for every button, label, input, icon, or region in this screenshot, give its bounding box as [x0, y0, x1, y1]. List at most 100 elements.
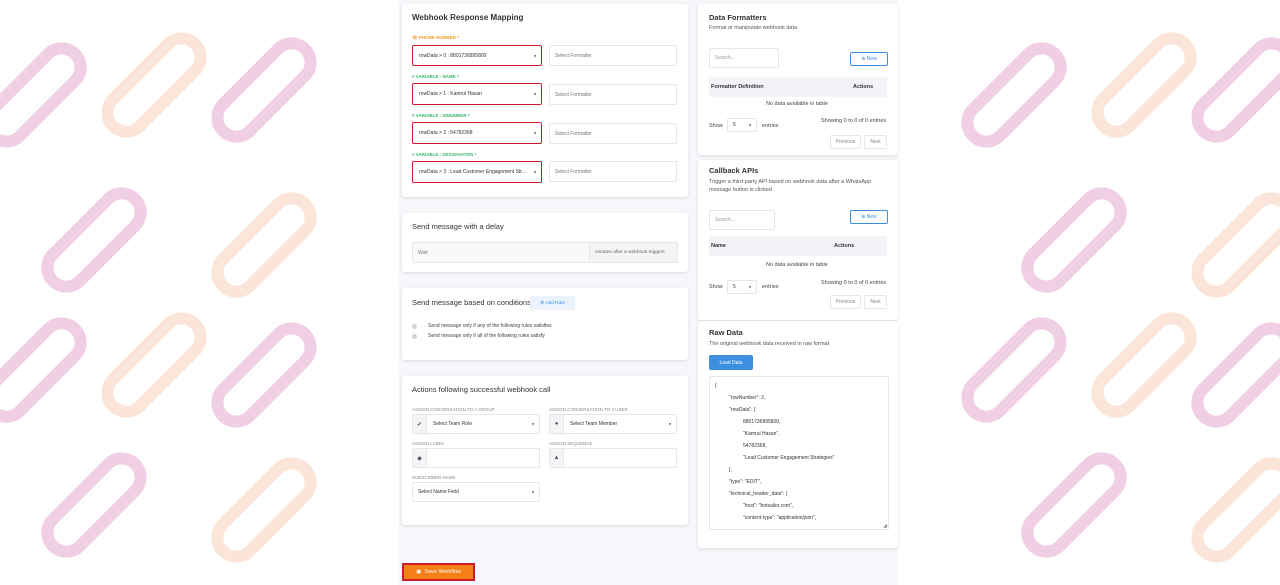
designation-label: # VARIABLE : DESIGNATION * — [412, 152, 477, 157]
formatters-subtitle: Format or manipulate webhook data — [709, 25, 798, 31]
rule-any-label: Send message only if any of the followin… — [428, 323, 552, 329]
formatters-search-input[interactable]: Search... — [709, 48, 779, 68]
formatters-table-header: Formatter Definition Actions — [709, 77, 887, 97]
save-icon: ▣ — [416, 569, 422, 575]
team-role-select[interactable]: ✔ Select Team Role ▼ — [412, 414, 540, 434]
callbacks-empty: No data available in table — [766, 262, 828, 268]
group-label: ASSIGN CONVERSATION TO A GROUP — [412, 407, 495, 412]
designation-formatter-select[interactable]: Select Formatter — [549, 161, 677, 182]
json-line: "Kamrul Hasan", — [743, 431, 780, 437]
callbacks-table-header: Name Actions — [709, 236, 887, 256]
phone-formatter-select[interactable]: Select Formatter — [549, 45, 677, 66]
formatters-previous-button[interactable]: Previous — [830, 135, 861, 149]
add-rule-button[interactable]: ⊕ Add Rule — [530, 296, 575, 310]
assign-label-input[interactable]: ◆ — [412, 448, 540, 468]
subscriber-label: SUBSCRIBER NAME — [412, 475, 456, 480]
json-line: "rowNumber": 2, — [729, 395, 766, 401]
phone-label: ☏ PHONE NUMBER * — [412, 35, 459, 40]
json-line: "content-type": "application/json", — [743, 515, 817, 521]
raw-data-card: Raw Data The original webhook data recei… — [698, 321, 898, 548]
check-icon: ✔ — [413, 415, 427, 433]
json-line: "technical_header_data": { — [729, 491, 788, 497]
resize-handle-icon[interactable]: ◢ — [883, 523, 887, 529]
sequence-label: ASSIGN SEQUENCE — [549, 441, 593, 446]
formatters-empty: No data available in table — [766, 101, 828, 107]
rule-all-label: Send message only if all of the followin… — [428, 333, 545, 339]
formatters-title: Data Formatters — [709, 13, 767, 22]
user-label: ASSIGN CONVERSATION TO A USER — [549, 407, 628, 412]
chevron-down-icon: ▼ — [531, 421, 535, 427]
col-formatter-definition[interactable]: Formatter Definition — [711, 84, 764, 90]
formatters-summary: Showing 0 to 0 of 0 entries — [821, 118, 887, 124]
formatters-entries-label: entries — [762, 123, 779, 129]
user-icon: ● — [550, 415, 564, 433]
delay-suffix: minutes after a webhook triggers — [589, 242, 678, 263]
json-line: "type": "EDIT", — [729, 479, 762, 485]
formatters-new-button[interactable]: ⊕ New — [850, 52, 888, 66]
callbacks-subtitle: Trigger a third-party API based on webho… — [709, 179, 872, 193]
assign-sequence-input[interactable]: ▲ — [549, 448, 677, 468]
rule-all-radio[interactable] — [412, 334, 417, 339]
team-member-select[interactable]: ● Select Team Member ▼ — [549, 414, 677, 434]
rule-any-radio[interactable] — [412, 324, 417, 329]
formatters-next-button[interactable]: Next — [864, 135, 887, 149]
sequence-icon: ▲ — [550, 449, 564, 467]
mapping-title: Webhook Response Mapping — [412, 13, 524, 22]
load-data-button[interactable]: Load Data — [709, 355, 753, 370]
actions-title: Actions following successful webhook cal… — [412, 385, 551, 394]
callbacks-card: Callback APIs Trigger a third-party API … — [698, 160, 898, 320]
wait-input[interactable]: Wait — [412, 242, 590, 263]
chevron-down-icon: ▼ — [668, 421, 672, 427]
name-label: # VARIABLE : NAME * — [412, 74, 459, 79]
json-line: "rowData": [ — [729, 407, 756, 413]
col-actions: Actions — [834, 243, 855, 249]
formatters-card: Data Formatters Format or manipulate web… — [698, 4, 898, 155]
callbacks-previous-button[interactable]: Previous — [830, 295, 861, 309]
conditions-title: Send message based on conditions — [412, 298, 531, 307]
callbacks-new-button[interactable]: ⊕ New — [850, 210, 888, 224]
json-line: 8801736895800, — [743, 419, 781, 425]
tag-icon: ◆ — [413, 449, 427, 467]
name-formatter-select[interactable]: Select Formatter — [549, 84, 677, 105]
chevron-down-icon: ▼ — [533, 53, 537, 58]
chevron-down-icon: ▼ — [533, 169, 537, 175]
callbacks-search-input[interactable]: Search... — [709, 210, 775, 230]
json-line: "Lead Customer Engagement Strategies" — [743, 455, 835, 461]
phone-mapping-select[interactable]: rowData > 0 : 8801736895800 ▼ — [412, 45, 542, 66]
callbacks-title: Callback APIs — [709, 166, 759, 175]
col-name[interactable]: Name — [711, 243, 726, 249]
raw-title: Raw Data — [709, 328, 743, 337]
callbacks-entries-select[interactable]: 5 ▼ — [727, 280, 757, 294]
save-workflow-button[interactable]: ▣ Save Workflow — [402, 563, 475, 581]
json-line: ], — [729, 467, 732, 473]
assign-label-label: ASSIGN LABEL — [412, 441, 445, 446]
idnumber-formatter-select[interactable]: Select Formatter — [549, 123, 677, 144]
chevron-down-icon: ▼ — [748, 122, 752, 128]
chevron-down-icon: ▼ — [531, 489, 535, 495]
chevron-down-icon: ▼ — [533, 91, 537, 97]
json-line: { — [715, 383, 717, 389]
idnumber-mapping-select[interactable]: rowData > 2 : 54782368 ▼ — [412, 122, 542, 144]
json-line: "host": "botsailor.com", — [743, 503, 794, 509]
actions-card: Actions following successful webhook cal… — [402, 376, 688, 525]
idnumber-label: # VARIABLE : IDNUMBER * — [412, 113, 470, 118]
mapping-card: Webhook Response Mapping ☏ PHONE NUMBER … — [402, 4, 688, 197]
col-actions: Actions — [853, 84, 874, 90]
formatters-show-label: Show — [709, 123, 723, 129]
callbacks-next-button[interactable]: Next — [864, 295, 887, 309]
callbacks-summary: Showing 0 to 0 of 0 entries — [821, 280, 887, 286]
conditions-card: Send message based on conditions ⊕ Add R… — [402, 288, 688, 360]
designation-mapping-select[interactable]: rowData > 3 : Lead Customer Engagement S… — [412, 161, 542, 183]
raw-subtitle: The original webhook data received in ra… — [709, 341, 830, 347]
json-line: 54782368, — [743, 443, 767, 449]
delay-title: Send message with a delay — [412, 222, 504, 231]
delay-card: Send message with a delay Wait minutes a… — [402, 213, 688, 272]
chevron-down-icon: ▼ — [748, 284, 752, 290]
subscriber-name-select[interactable]: Select Name Field ▼ — [412, 482, 540, 502]
callbacks-entries-label: entries — [762, 284, 779, 290]
name-mapping-select[interactable]: rowData > 1 : Kamrul Hasan ▼ — [412, 83, 542, 105]
formatters-entries-select[interactable]: 5 ▼ — [727, 118, 757, 132]
callbacks-show-label: Show — [709, 284, 723, 290]
chevron-down-icon: ▼ — [533, 130, 537, 136]
raw-json-textarea[interactable]: { "rowNumber": 2, "rowData": [ 880173689… — [709, 376, 889, 530]
